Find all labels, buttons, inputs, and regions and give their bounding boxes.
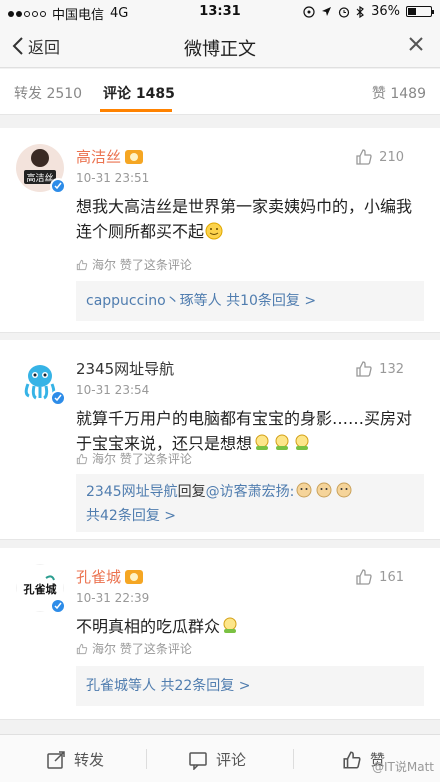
reply-preview-line: 2345网址导航回复@访客萧宏扬: bbox=[86, 480, 414, 504]
toolbar-divider bbox=[146, 749, 147, 769]
more-menu-button[interactable] bbox=[408, 36, 424, 56]
reply-summary-box[interactable]: 孔雀城等人 共22条回复 > bbox=[76, 666, 424, 706]
thumbs-up-small-icon bbox=[76, 453, 88, 464]
liked-by-line: 海尔 赞了这条评论 bbox=[76, 450, 192, 467]
comment-like-button[interactable]: 132 bbox=[355, 360, 404, 378]
liked-by-line: 海尔 赞了这条评论 bbox=[76, 640, 192, 657]
repost-icon bbox=[47, 750, 65, 769]
melon-emoji-icon bbox=[275, 434, 289, 450]
thumbs-up-icon bbox=[356, 361, 372, 377]
repost-button[interactable]: 转发 bbox=[46, 749, 104, 770]
comment-body: 就算千万用户的电脑都有宝宝的身影……买房对于宝宝来说，还只是想想 bbox=[76, 409, 413, 453]
liked-by-text: 海尔 赞了这条评论 bbox=[92, 258, 192, 272]
battery-percentage: 36% bbox=[371, 4, 400, 19]
repost-label: 转发 bbox=[74, 751, 105, 769]
comment-username[interactable]: 2345网址导航 bbox=[76, 358, 174, 379]
battery-icon bbox=[406, 6, 434, 17]
tab-comments[interactable]: 评论 1485 bbox=[103, 83, 175, 103]
comment-time: 10-31 23:54 bbox=[76, 383, 150, 397]
thumbs-up-icon bbox=[356, 149, 372, 165]
verified-icon bbox=[50, 598, 66, 614]
reply-summary-box[interactable]: 2345网址导航回复@访客萧宏扬: 共42条回复 > bbox=[76, 474, 424, 532]
comment-item: 2345网址导航 10-31 23:54 132 就算千万用户的电脑都有宝宝的身… bbox=[0, 340, 440, 540]
avatar-label: 高洁丝 bbox=[26, 172, 53, 184]
location-icon bbox=[303, 5, 315, 18]
status-right: 36% bbox=[303, 4, 434, 19]
tab-bar: 转发 2510 评论 1485 赞 1489 bbox=[0, 69, 440, 115]
reply-summary-box[interactable]: cappuccino丶琢等人 共10条回复 > bbox=[76, 281, 424, 321]
comment-username[interactable]: 孔雀城 bbox=[76, 566, 144, 587]
comment-item: 孔雀城 孔雀城 10-31 22:39 161 不明真相的吃瓜群众 海尔 赞了这… bbox=[0, 548, 440, 720]
comment-button[interactable]: 评论 bbox=[188, 749, 246, 770]
thumbs-up-icon bbox=[356, 569, 372, 585]
thumbs-up-small-icon bbox=[76, 643, 88, 654]
username-text: 孔雀城 bbox=[76, 568, 122, 586]
comment-icon bbox=[189, 751, 207, 770]
comment-item: 高洁丝 高洁丝 10-31 23:51 210 想我大高洁丝是世界第一家卖姨妈巾… bbox=[0, 128, 440, 333]
username-text: 2345网址导航 bbox=[76, 360, 175, 378]
melon-emoji-icon bbox=[255, 434, 269, 450]
doge-emoji-icon bbox=[336, 482, 352, 498]
like-count: 210 bbox=[379, 149, 404, 165]
thumbs-up-icon bbox=[343, 750, 361, 769]
comment-body: 想我大高洁丝是世界第一家卖姨妈巾的，小编我连个厕所都买不起 bbox=[76, 197, 413, 241]
alarm-clock-icon bbox=[338, 6, 350, 18]
reply-verb: 回复 bbox=[177, 484, 206, 500]
like-count: 132 bbox=[379, 361, 404, 377]
reply-summary-text: 孔雀城等人 共22条回复 > bbox=[86, 678, 251, 694]
thumbs-up-small-icon bbox=[76, 259, 88, 270]
comment-like-button[interactable]: 161 bbox=[355, 568, 404, 586]
reply-summary-text: cappuccino丶琢等人 共10条回复 > bbox=[86, 293, 317, 309]
comment-body: 不明真相的吃瓜群众 bbox=[76, 617, 221, 636]
liked-by-text: 海尔 赞了这条评论 bbox=[92, 642, 192, 656]
comment-time: 10-31 22:39 bbox=[76, 591, 150, 605]
reply-mention[interactable]: @访客萧宏扬: bbox=[206, 484, 295, 500]
navigation-arrow-icon bbox=[322, 7, 332, 16]
comment-username[interactable]: 高洁丝 bbox=[76, 146, 144, 167]
comment-like-button[interactable]: 210 bbox=[355, 148, 404, 166]
reply-author[interactable]: 2345网址导航 bbox=[86, 484, 178, 500]
smiley-emoji-icon bbox=[205, 222, 223, 240]
comment-text: 不明真相的吃瓜群众 bbox=[76, 614, 424, 639]
toolbar-divider bbox=[293, 749, 294, 769]
doge-emoji-icon bbox=[316, 482, 332, 498]
bluetooth-icon bbox=[356, 5, 365, 18]
reply-summary-text: 共42条回复 > bbox=[86, 508, 176, 524]
tab-likes[interactable]: 赞 1489 bbox=[372, 83, 426, 103]
active-tab-indicator bbox=[100, 109, 172, 112]
comment-label: 评论 bbox=[216, 751, 247, 769]
liked-by-text: 海尔 赞了这条评论 bbox=[92, 452, 192, 466]
vip-crown-icon bbox=[125, 569, 144, 584]
watermark: @IT说Matt bbox=[372, 760, 434, 774]
status-bar: 中国电信 4G 13:31 36% bbox=[0, 0, 440, 24]
verified-icon bbox=[50, 178, 66, 194]
melon-emoji-icon bbox=[223, 617, 237, 633]
doge-emoji-icon bbox=[296, 482, 312, 498]
comment-text: 想我大高洁丝是世界第一家卖姨妈巾的，小编我连个厕所都买不起 bbox=[76, 194, 424, 244]
like-count: 161 bbox=[379, 569, 404, 585]
nav-bar: 返回 微博正文 bbox=[0, 24, 440, 68]
close-icon bbox=[409, 37, 423, 51]
melon-emoji-icon bbox=[295, 434, 309, 450]
tab-repost[interactable]: 转发 2510 bbox=[14, 83, 82, 103]
verified-icon bbox=[50, 390, 66, 406]
vip-crown-icon bbox=[125, 149, 144, 164]
liked-by-line: 海尔 赞了这条评论 bbox=[76, 256, 192, 273]
comment-time: 10-31 23:51 bbox=[76, 171, 150, 185]
username-text: 高洁丝 bbox=[76, 148, 122, 166]
comment-text: 就算千万用户的电脑都有宝宝的身影……买房对于宝宝来说，还只是想想 bbox=[76, 406, 424, 456]
avatar-label: 孔雀城 bbox=[24, 582, 57, 596]
page-title: 微博正文 bbox=[184, 39, 256, 60]
